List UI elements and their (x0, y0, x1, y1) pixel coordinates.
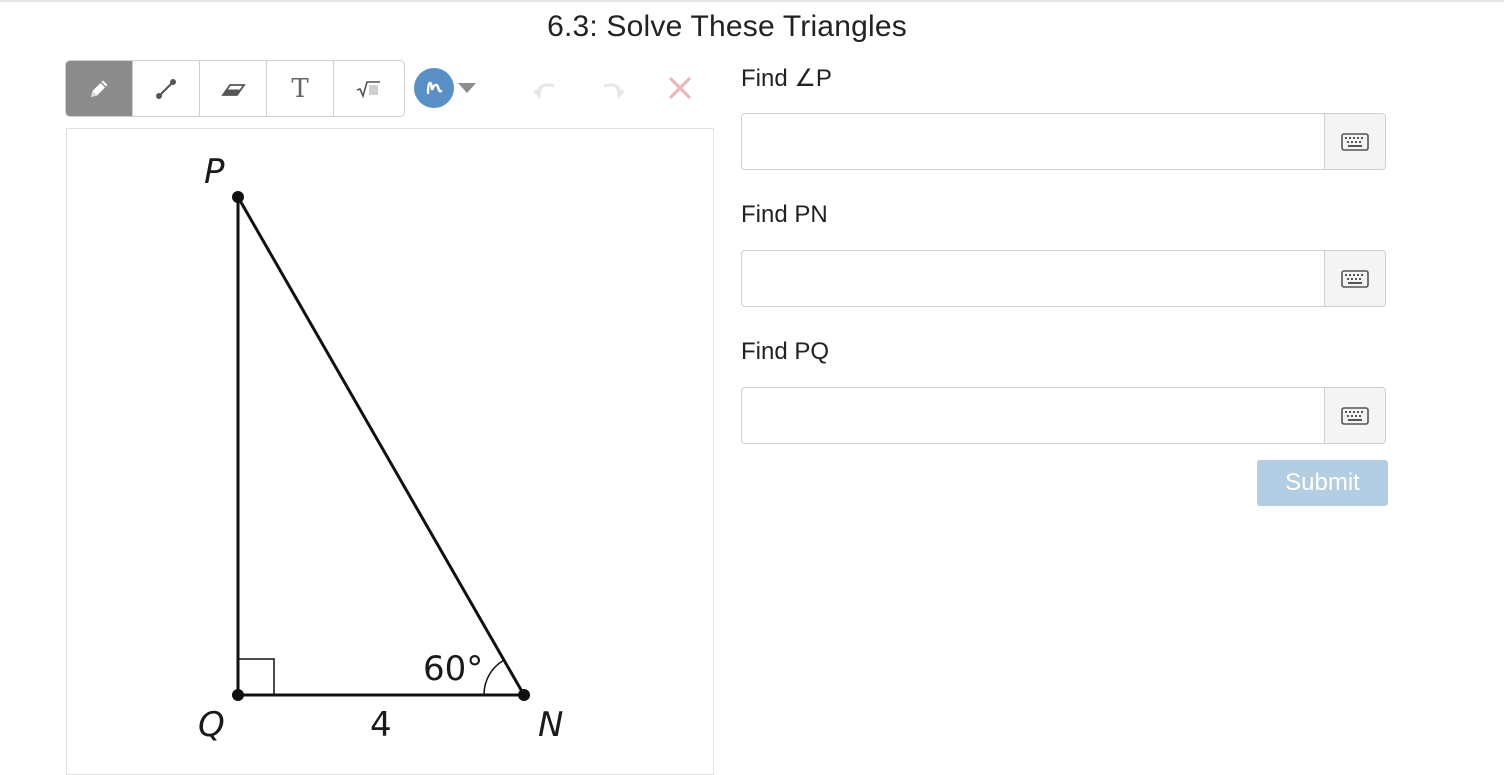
scribble-icon (426, 81, 443, 95)
pencil-icon (91, 80, 108, 97)
math-tool-button[interactable] (334, 61, 401, 116)
right-angle-marker (238, 658, 275, 695)
redo-button[interactable] (595, 70, 631, 106)
sketch-toolbar: T (65, 60, 405, 117)
angle-n-arc (483, 659, 505, 696)
pen-color-picker[interactable] (414, 68, 484, 108)
eraser-icon (221, 83, 246, 96)
side-pn (236, 196, 526, 696)
text-tool-button[interactable]: T (267, 61, 334, 116)
answer-3-input[interactable] (742, 388, 1324, 443)
eraser-tool-button[interactable] (200, 61, 267, 116)
vertex-q-point (232, 689, 244, 701)
answer-2-box (741, 250, 1386, 307)
color-swatch (414, 68, 454, 108)
undo-button[interactable] (527, 70, 563, 106)
line-segment-icon (156, 78, 176, 99)
keyboard-button-3[interactable] (1324, 388, 1385, 443)
side-qn-label: 4 (370, 705, 392, 745)
keyboard-icon (1341, 406, 1369, 425)
clear-x-icon (668, 76, 692, 100)
redo-icon (603, 83, 625, 99)
line-tool-button[interactable] (133, 61, 200, 116)
question-2-label: Find PN (741, 201, 828, 228)
keyboard-icon (1341, 132, 1369, 151)
angle-n-label: 60° (423, 649, 483, 689)
top-border (0, 0, 1504, 2)
clear-button[interactable] (662, 70, 698, 106)
vertex-p-point (232, 191, 244, 203)
question-1-label: Find ∠P (741, 65, 832, 92)
vertex-n-label: N (538, 705, 563, 745)
answer-1-input[interactable] (742, 114, 1324, 169)
triangle-figure: P Q N 4 60° (198, 152, 563, 745)
vertex-q-label: Q (198, 705, 225, 745)
undo-icon (533, 83, 555, 99)
keyboard-button-2[interactable] (1324, 251, 1385, 306)
pencil-tool-button[interactable] (66, 61, 133, 116)
chevron-down-icon (458, 83, 476, 93)
keyboard-icon (1341, 269, 1369, 288)
answer-1-box (741, 113, 1386, 170)
question-3-label: Find PQ (741, 338, 830, 365)
vertex-n-point (518, 689, 530, 701)
submit-button[interactable]: Submit (1257, 460, 1388, 506)
answer-3-box (741, 387, 1386, 444)
keyboard-button-1[interactable] (1324, 114, 1385, 169)
square-root-icon (356, 80, 380, 98)
vertex-p-label: P (204, 152, 225, 192)
answer-2-input[interactable] (742, 251, 1324, 306)
sketch-canvas[interactable]: P Q N 4 60° (66, 128, 714, 775)
page-title: 6.3: Solve These Triangles (547, 10, 907, 43)
text-icon: T (291, 73, 309, 104)
